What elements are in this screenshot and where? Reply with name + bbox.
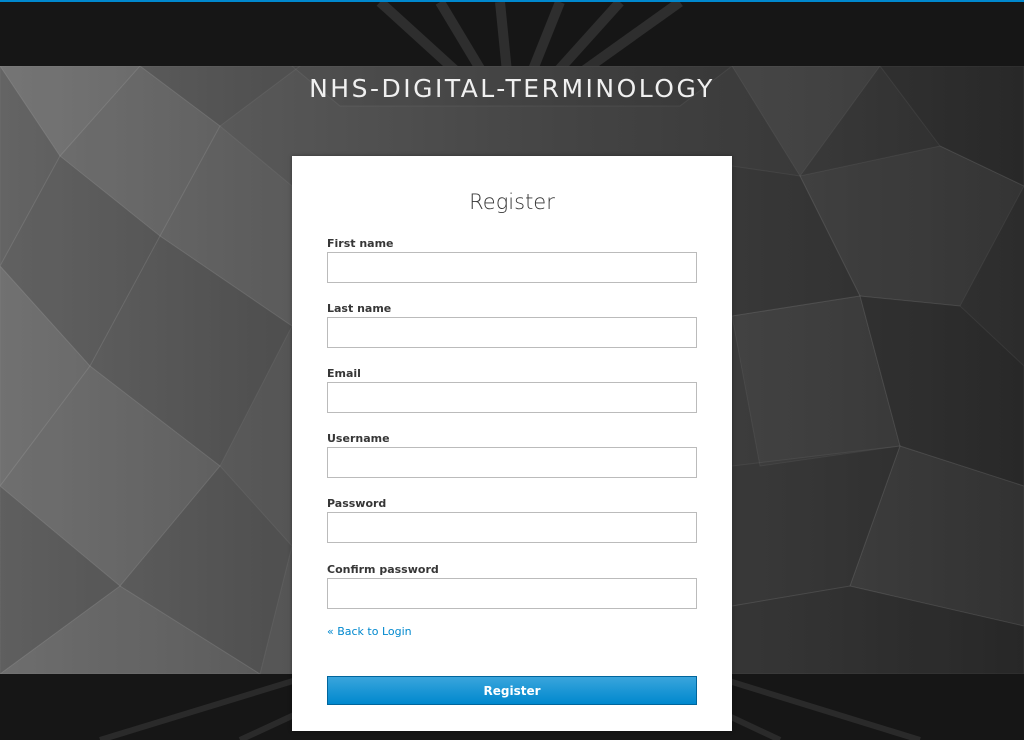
confirm-password-label: Confirm password xyxy=(327,563,439,576)
password-label: Password xyxy=(327,497,387,510)
register-heading: Register xyxy=(469,190,555,214)
first-name-field[interactable] xyxy=(327,252,697,283)
register-button[interactable]: Register xyxy=(327,676,697,705)
email-field[interactable] xyxy=(327,382,697,413)
email-label: Email xyxy=(327,367,361,380)
realm-title: NHS-DIGITAL-TERMINOLOGY xyxy=(309,74,715,103)
background-top-dark xyxy=(0,2,1024,66)
confirm-password-field[interactable] xyxy=(327,578,697,609)
back-to-login-link[interactable]: « Back to Login xyxy=(327,625,412,638)
first-name-label: First name xyxy=(327,237,394,250)
username-label: Username xyxy=(327,432,390,445)
username-field[interactable] xyxy=(327,447,697,478)
background-rays-top xyxy=(376,2,683,66)
password-field[interactable] xyxy=(327,512,697,543)
last-name-label: Last name xyxy=(327,302,392,315)
last-name-field[interactable] xyxy=(327,317,697,348)
